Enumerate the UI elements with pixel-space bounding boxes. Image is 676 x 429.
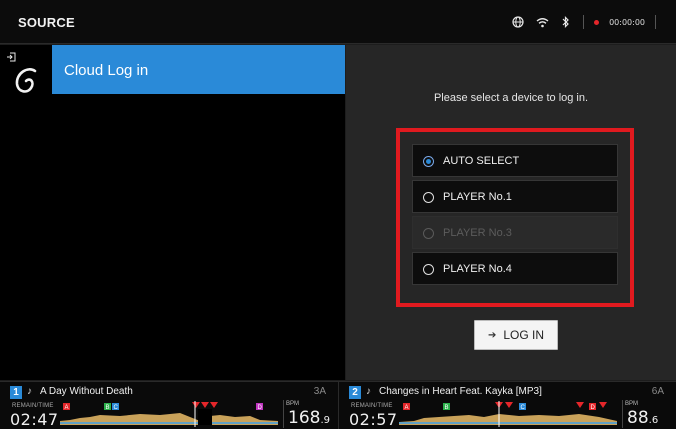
track-key: 3A xyxy=(313,386,326,397)
divider xyxy=(583,15,585,29)
radio-selected-icon xyxy=(423,156,434,167)
svg-text:D: D xyxy=(591,405,596,411)
login-button-label: LOG IN xyxy=(503,328,545,342)
deck-2-strip[interactable]: 2 ♪ Changes in Heart Feat. Kayka [MP3] 6… xyxy=(338,381,676,429)
deck-number: 2 xyxy=(349,386,361,399)
option-label: PLAYER No.1 xyxy=(443,191,512,203)
radio-icon xyxy=(423,192,434,203)
login-button[interactable]: ➔ LOG IN xyxy=(474,320,558,350)
device-select-panel: Please select a device to log in. AUTO S… xyxy=(346,45,676,380)
remain-time-label: REMAIN/TIME xyxy=(351,403,393,409)
bluetooth-icon xyxy=(559,15,573,29)
music-note-icon: ♪ xyxy=(366,386,371,397)
top-bar: SOURCE 00:00:00 xyxy=(0,0,676,44)
arrow-right-icon: ➔ xyxy=(487,329,497,341)
music-note-icon: ♪ xyxy=(27,386,32,397)
deck-number: 1 xyxy=(10,386,22,399)
svg-text:B: B xyxy=(106,405,110,411)
deck-1-strip[interactable]: 1 ♪ A Day Without Death 3A REMAIN/TIME 0… xyxy=(0,381,338,429)
remaining-time: 02:57 xyxy=(349,410,398,429)
login-icon xyxy=(6,49,16,62)
source-menu-panel: Cloud Log in xyxy=(0,45,345,380)
track-title: Changes in Heart Feat. Kayka [MP3] xyxy=(379,386,542,397)
prompt-text: Please select a device to log in. xyxy=(433,92,589,104)
option-player-4[interactable]: PLAYER No.4 xyxy=(412,252,618,285)
radio-icon xyxy=(423,264,434,275)
bpm-label: BPM xyxy=(286,401,300,407)
option-label: AUTO SELECT xyxy=(443,155,520,167)
option-auto-select[interactable]: AUTO SELECT xyxy=(412,144,618,177)
svg-text:C: C xyxy=(521,405,526,411)
option-player-1[interactable]: PLAYER No.1 xyxy=(412,180,618,213)
svg-text:C: C xyxy=(114,405,119,411)
status-area: 00:00:00 xyxy=(511,12,656,32)
svg-text:A: A xyxy=(65,405,69,411)
screen-title: SOURCE xyxy=(18,15,75,30)
globe-icon xyxy=(511,15,525,29)
remain-time-label: REMAIN/TIME xyxy=(12,403,54,409)
svg-text:B: B xyxy=(445,405,449,411)
waveform-overview[interactable]: A B C D xyxy=(60,401,278,427)
menu-item-cloud-login[interactable]: Cloud Log in xyxy=(52,45,345,94)
wifi-icon xyxy=(535,15,549,29)
option-label: PLAYER No.4 xyxy=(443,263,512,275)
menu-item-label: Cloud Log in xyxy=(64,62,149,79)
bpm-value: 168.9 xyxy=(288,408,330,428)
svg-text:A: A xyxy=(405,405,409,411)
cloud-logo-icon xyxy=(8,61,48,101)
radio-icon xyxy=(423,228,434,239)
remaining-time: 02:47 xyxy=(10,410,59,429)
track-key: 6A xyxy=(651,386,664,397)
divider xyxy=(655,15,656,29)
bpm-label: BPM xyxy=(625,401,639,407)
bpm-value: 88.6 xyxy=(627,408,659,428)
option-player-3: PLAYER No.3 xyxy=(412,216,618,249)
track-title: A Day Without Death xyxy=(40,386,133,397)
svg-text:D: D xyxy=(258,405,263,411)
record-indicator-icon xyxy=(594,19,600,25)
waveform-overview[interactable]: A B C D xyxy=(399,401,617,427)
recording-time: 00:00:00 xyxy=(609,17,645,27)
option-label: PLAYER No.3 xyxy=(443,227,512,239)
